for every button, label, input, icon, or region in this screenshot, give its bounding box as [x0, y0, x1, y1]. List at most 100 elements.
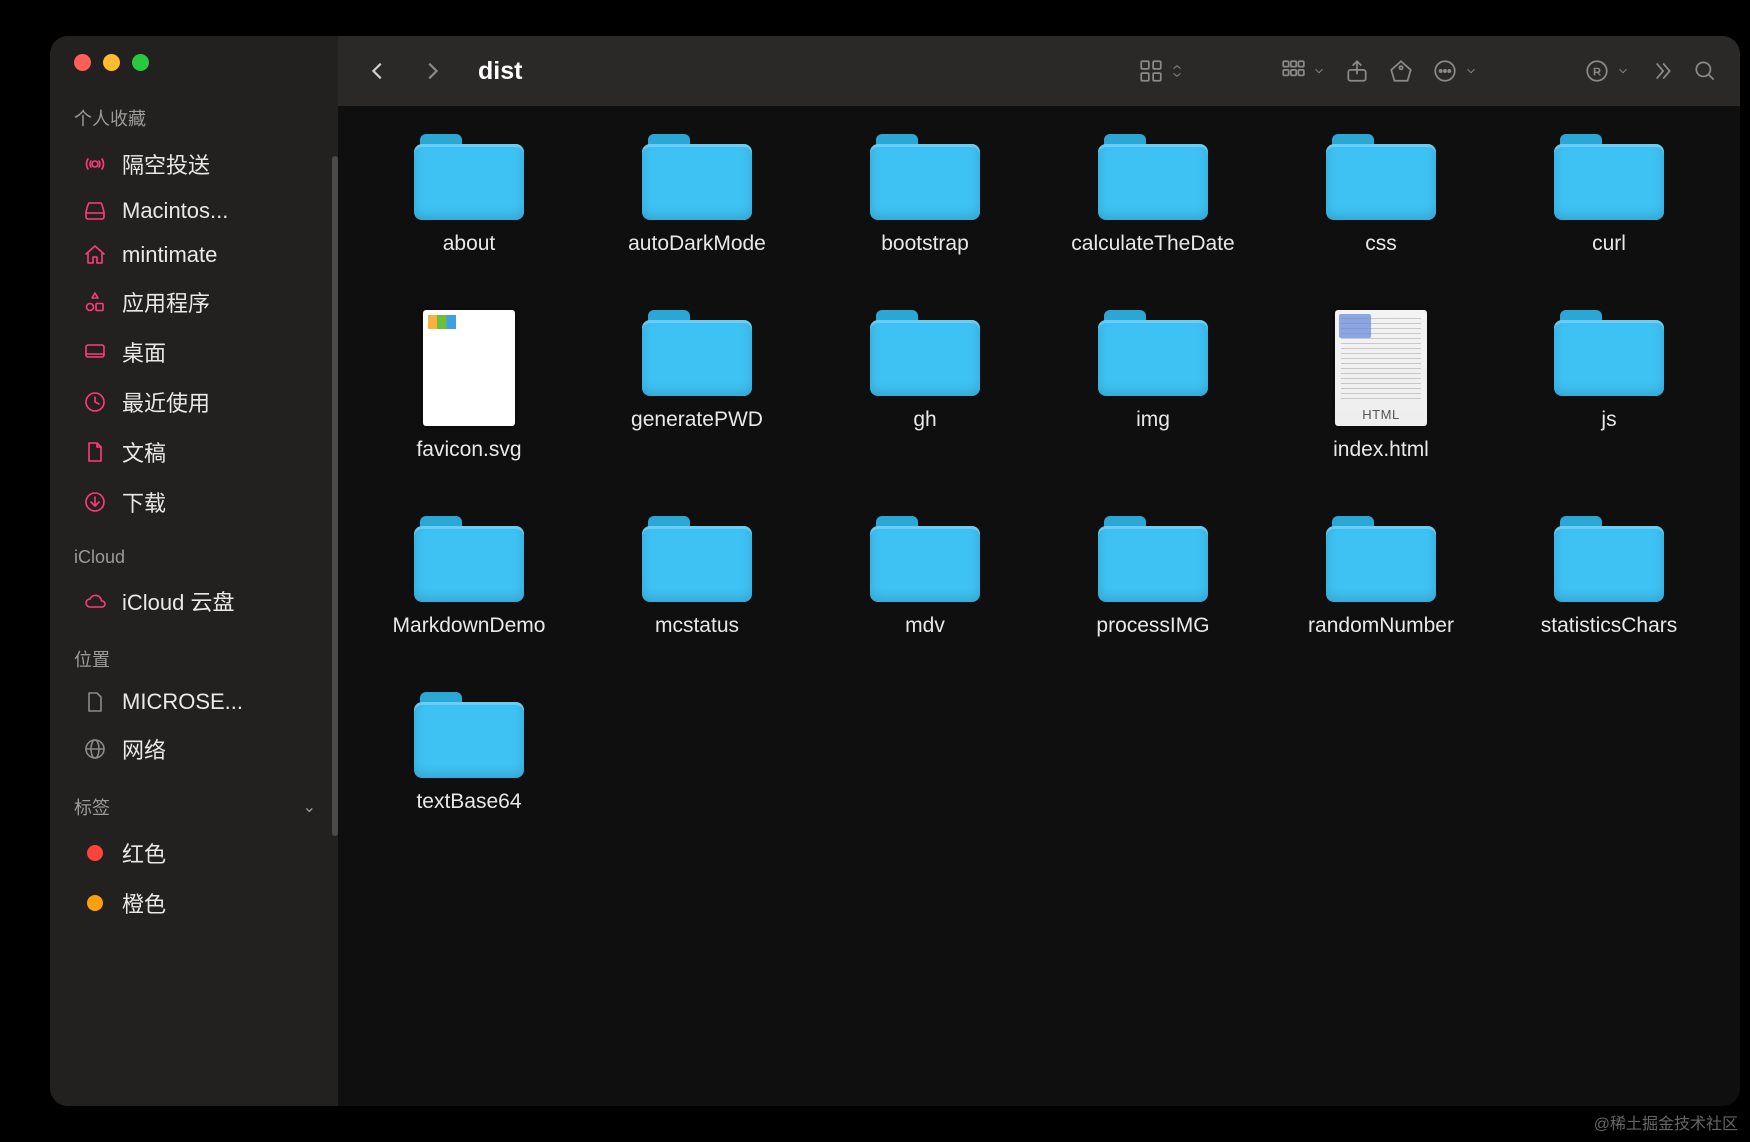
file-item[interactable]: mcstatus: [588, 516, 806, 638]
sidebar-item-label: 最近使用: [122, 386, 210, 418]
view-icons-button[interactable]: [1138, 58, 1184, 84]
minimize-window-button[interactable]: [103, 54, 120, 71]
file-item[interactable]: textBase64: [360, 692, 578, 814]
doc-icon: [82, 439, 108, 465]
file-item[interactable]: bootstrap: [816, 134, 1034, 256]
search-button[interactable]: [1692, 58, 1718, 84]
forward-button[interactable]: [414, 53, 450, 89]
folder-icon: [1098, 516, 1208, 602]
file-item[interactable]: mdv: [816, 516, 1034, 638]
folder-icon: [414, 692, 524, 778]
file-name-label: calculateTheDate: [1071, 232, 1234, 256]
file-item[interactable]: generatePWD: [588, 310, 806, 462]
close-window-button[interactable]: [74, 54, 91, 71]
sidebar: 个人收藏隔空投送 Macintos... mintimate 应用程序桌面最近使用文稿…: [50, 36, 338, 1106]
file-name-label: textBase64: [416, 790, 521, 814]
file-item[interactable]: calculateTheDate: [1044, 134, 1262, 256]
folder-icon: [870, 134, 980, 220]
file-item[interactable]: favicon.svg: [360, 310, 578, 462]
svg-file-icon: [423, 310, 515, 426]
file-name-label: randomNumber: [1308, 614, 1454, 638]
file-name-label: autoDarkMode: [628, 232, 766, 256]
folder-icon: [642, 134, 752, 220]
back-button[interactable]: [360, 53, 396, 89]
more-actions-button[interactable]: [1432, 58, 1478, 84]
sidebar-heading-tags: 标签⌄: [74, 788, 322, 828]
sidebar-item-label: Macintos...: [122, 198, 228, 224]
finder-window: 个人收藏隔空投送 Macintos... mintimate 应用程序桌面最近使用文稿…: [50, 36, 1740, 1106]
file-item[interactable]: gh: [816, 310, 1034, 462]
file-name-label: about: [443, 232, 496, 256]
file-name-label: processIMG: [1096, 614, 1209, 638]
sidebar-item-favorites[interactable]: 下载: [74, 477, 322, 527]
file-item[interactable]: HTML index.html: [1272, 310, 1490, 462]
file-item[interactable]: curl: [1500, 134, 1718, 256]
folder-icon: [1098, 134, 1208, 220]
sidebar-item-locations[interactable]: MICROSE...: [74, 680, 322, 724]
html-file-icon: HTML: [1335, 310, 1427, 426]
file-item[interactable]: about: [360, 134, 578, 256]
sidebar-item-label: MICROSE...: [122, 689, 243, 715]
globe-icon: [82, 736, 108, 762]
file-name-label: mdv: [905, 614, 945, 638]
file-item[interactable]: statisticsChars: [1500, 516, 1718, 638]
maximize-window-button[interactable]: [132, 54, 149, 71]
file-name-label: index.html: [1333, 438, 1429, 462]
folder-icon: [1326, 516, 1436, 602]
folder-icon: [1098, 310, 1208, 396]
file-grid-container: about autoDarkMode bootstrap calculateTheDa…: [338, 106, 1740, 1106]
sidebar-item-favorites[interactable]: 隔空投送: [74, 139, 322, 189]
tag-icon: [82, 890, 108, 916]
sidebar-item-favorites[interactable]: Macintos...: [74, 189, 322, 233]
sidebar-scrollbar[interactable]: [332, 156, 338, 836]
group-by-button[interactable]: [1280, 58, 1326, 84]
tag-icon: [82, 840, 108, 866]
sidebar-item-favorites[interactable]: mintimate: [74, 233, 322, 277]
sidebar-item-favorites[interactable]: 文稿: [74, 427, 322, 477]
sidebar-item-label: iCloud 云盘: [122, 585, 234, 617]
sidebar-item-label: 红色: [122, 837, 166, 869]
sidebar-item-favorites[interactable]: 应用程序: [74, 277, 322, 327]
tag-button[interactable]: [1388, 58, 1414, 84]
home-icon: [82, 242, 108, 268]
sidebar-item-label: mintimate: [122, 242, 217, 268]
sidebar-item-label: 橙色: [122, 887, 166, 919]
folder-icon: [1554, 310, 1664, 396]
file-item[interactable]: autoDarkMode: [588, 134, 806, 256]
file-item[interactable]: MarkdownDemo: [360, 516, 578, 638]
download-icon: [82, 489, 108, 515]
file-name-label: favicon.svg: [416, 438, 521, 462]
sidebar-item-label: 网络: [122, 733, 166, 765]
sidebar-item-tags[interactable]: 橙色: [74, 878, 322, 928]
cloud-icon: [82, 588, 108, 614]
sidebar-heading-favorites: 个人收藏: [74, 99, 322, 139]
toolbar: dist: [338, 36, 1740, 106]
file-name-label: img: [1136, 408, 1170, 432]
folder-icon: [870, 516, 980, 602]
file-item[interactable]: randomNumber: [1272, 516, 1490, 638]
file-item[interactable]: css: [1272, 134, 1490, 256]
share-button[interactable]: [1344, 58, 1370, 84]
disk-icon: [82, 198, 108, 224]
file-item[interactable]: processIMG: [1044, 516, 1262, 638]
sidebar-heading-locations: 位置: [74, 640, 322, 680]
folder-icon: [414, 134, 524, 220]
main-panel: dist: [338, 36, 1740, 1106]
folder-icon: [414, 516, 524, 602]
overflow-button[interactable]: [1648, 58, 1674, 84]
folder-icon: [642, 310, 752, 396]
apps-icon: [82, 289, 108, 315]
sidebar-item-locations[interactable]: 网络: [74, 724, 322, 774]
file-item[interactable]: js: [1500, 310, 1718, 462]
sidebar-item-favorites[interactable]: 桌面: [74, 327, 322, 377]
extension-button[interactable]: [1584, 58, 1630, 84]
folder-icon: [1554, 134, 1664, 220]
sidebar-item-tags[interactable]: 红色: [74, 828, 322, 878]
sidebar-item-favorites[interactable]: 最近使用: [74, 377, 322, 427]
desktop-icon: [82, 339, 108, 365]
sidebar-item-icloud[interactable]: iCloud 云盘: [74, 576, 322, 626]
folder-icon: [870, 310, 980, 396]
chevron-down-icon[interactable]: ⌄: [303, 797, 316, 817]
file-item[interactable]: img: [1044, 310, 1262, 462]
file-name-label: curl: [1592, 232, 1626, 256]
